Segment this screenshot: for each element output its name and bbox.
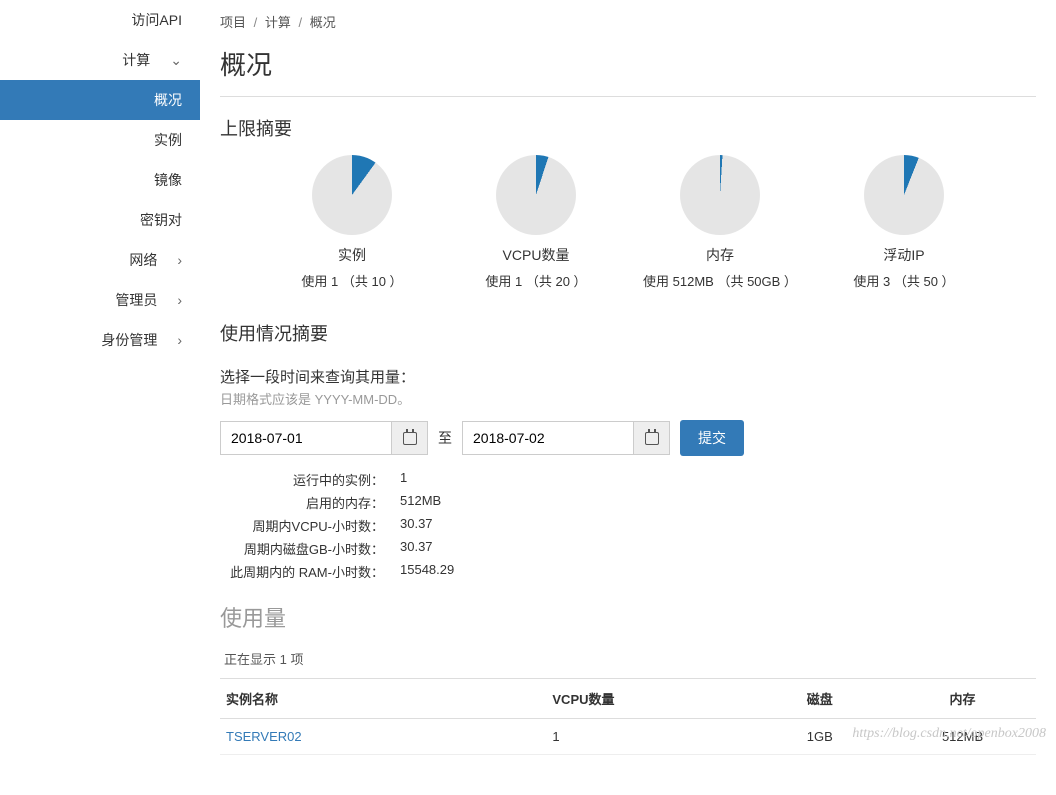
instance-link[interactable]: TSERVER02 <box>226 729 302 744</box>
divider <box>220 96 1036 97</box>
sidebar-item-label: 身份管理 <box>101 330 157 350</box>
date-to-input[interactable] <box>463 422 633 454</box>
sidebar-item-network[interactable]: 网络 › <box>0 240 200 280</box>
pie-chart <box>496 155 576 235</box>
stat-key: 启用的内存 <box>220 493 390 512</box>
sidebar-item-label: 密钥对 <box>140 210 182 230</box>
date-from-input[interactable] <box>221 422 391 454</box>
col-ram[interactable]: 内存 <box>889 679 1036 719</box>
table-caption: 正在显示 1 项 <box>220 649 1036 668</box>
chart-ram: 内存 使用 512MB （共 50GB ） <box>628 155 812 290</box>
cell-ram: 512MB <box>889 719 1036 755</box>
sidebar-item-compute[interactable]: 计算 ⌄ <box>0 40 200 80</box>
stat-val: 30.37 <box>390 539 490 558</box>
cell-disk: 1GB <box>750 719 889 755</box>
date-row: 至 提交 <box>220 420 1036 456</box>
sidebar-item-identity[interactable]: 身份管理 › <box>0 320 200 360</box>
pie-chart <box>312 155 392 235</box>
submit-button[interactable]: 提交 <box>680 420 744 456</box>
stat-key: 运行中的实例 <box>220 470 390 489</box>
breadcrumb: 项目 / 计算 / 概况 <box>220 0 1036 39</box>
stat-val: 15548.29 <box>390 562 490 581</box>
sidebar: 访问API 计算 ⌄ 概况 实例 镜像 密钥对 网络 › 管理员 › 身份管理 … <box>0 0 200 795</box>
stat-key: 此周期内的 RAM-小时数 <box>220 562 390 581</box>
stat-val: 1 <box>390 470 490 489</box>
sidebar-item-label: 概况 <box>154 90 182 110</box>
chevron-right-icon: › <box>177 332 182 348</box>
col-vcpus[interactable]: VCPU数量 <box>546 679 750 719</box>
chart-label: 实例 <box>338 245 366 265</box>
sidebar-item-admin[interactable]: 管理员 › <box>0 280 200 320</box>
sidebar-item-label: 镜像 <box>154 170 182 190</box>
sidebar-item-keypairs[interactable]: 密钥对 <box>0 200 200 240</box>
pie-chart <box>680 155 760 235</box>
usage-table: 实例名称 VCPU数量 磁盘 内存 TSERVER02 1 1GB 512MB <box>220 678 1036 755</box>
stats-block: 运行中的实例1 启用的内存512MB 周期内VCPU-小时数30.37 周期内磁… <box>220 470 1036 581</box>
calendar-icon[interactable] <box>633 422 669 454</box>
chart-instances: 实例 使用 1 （共 10 ） <box>260 155 444 290</box>
pie-chart <box>864 155 944 235</box>
limits-heading: 上限摘要 <box>220 115 1036 141</box>
charts-row: 实例 使用 1 （共 10 ） VCPU数量 使用 1 （共 20 ） 内存 使… <box>220 155 1036 290</box>
breadcrumb-item[interactable]: 计算 <box>265 15 291 30</box>
chevron-down-icon: ⌄ <box>170 52 182 69</box>
sidebar-item-api[interactable]: 访问API <box>0 0 200 40</box>
chart-label: 浮动IP <box>883 245 924 265</box>
table-row[interactable]: TSERVER02 1 1GB 512MB <box>220 719 1036 755</box>
calendar-icon[interactable] <box>391 422 427 454</box>
stat-val: 30.37 <box>390 516 490 535</box>
chevron-right-icon: › <box>177 252 182 268</box>
stat-val: 512MB <box>390 493 490 512</box>
chart-sublabel: 使用 512MB （共 50GB ） <box>643 271 797 290</box>
breadcrumb-item[interactable]: 项目 <box>220 15 246 30</box>
date-format-hint: 日期格式应该是 YYYY-MM-DD。 <box>220 389 1036 408</box>
sidebar-item-label: 访问API <box>131 10 182 30</box>
chart-sublabel: 使用 1 （共 20 ） <box>485 271 586 290</box>
table-header-row: 实例名称 VCPU数量 磁盘 内存 <box>220 679 1036 719</box>
date-range-label: 选择一段时间来查询其用量： <box>220 366 1036 387</box>
sidebar-item-images[interactable]: 镜像 <box>0 160 200 200</box>
breadcrumb-item: 概况 <box>310 15 336 30</box>
usage-summary-heading: 使用情况摘要 <box>220 320 1036 346</box>
date-from-group <box>220 421 428 455</box>
chart-vcpus: VCPU数量 使用 1 （共 20 ） <box>444 155 628 290</box>
breadcrumb-sep: / <box>299 15 303 30</box>
chart-sublabel: 使用 3 （共 50 ） <box>853 271 954 290</box>
chart-label: 内存 <box>706 245 734 265</box>
sidebar-item-overview[interactable]: 概况 <box>0 80 200 120</box>
stat-key: 周期内VCPU-小时数 <box>220 516 390 535</box>
sidebar-item-label: 计算 <box>122 50 150 70</box>
chart-floating-ip: 浮动IP 使用 3 （共 50 ） <box>812 155 996 290</box>
chevron-right-icon: › <box>177 292 182 308</box>
sidebar-item-label: 管理员 <box>115 290 157 310</box>
breadcrumb-sep: / <box>254 15 258 30</box>
date-to-label: 至 <box>438 428 452 448</box>
usage-title: 使用量 <box>220 601 1036 633</box>
sidebar-item-instances[interactable]: 实例 <box>0 120 200 160</box>
col-name[interactable]: 实例名称 <box>220 679 546 719</box>
stat-key: 周期内磁盘GB-小时数 <box>220 539 390 558</box>
col-disk[interactable]: 磁盘 <box>750 679 889 719</box>
page-title: 概况 <box>220 45 1036 82</box>
sidebar-item-label: 网络 <box>129 250 157 270</box>
cell-vcpus: 1 <box>546 719 750 755</box>
chart-label: VCPU数量 <box>503 245 570 265</box>
sidebar-item-label: 实例 <box>154 130 182 150</box>
chart-sublabel: 使用 1 （共 10 ） <box>301 271 402 290</box>
date-to-group <box>462 421 670 455</box>
main-content: 项目 / 计算 / 概况 概况 上限摘要 实例 使用 1 （共 10 ） VCP… <box>200 0 1056 795</box>
